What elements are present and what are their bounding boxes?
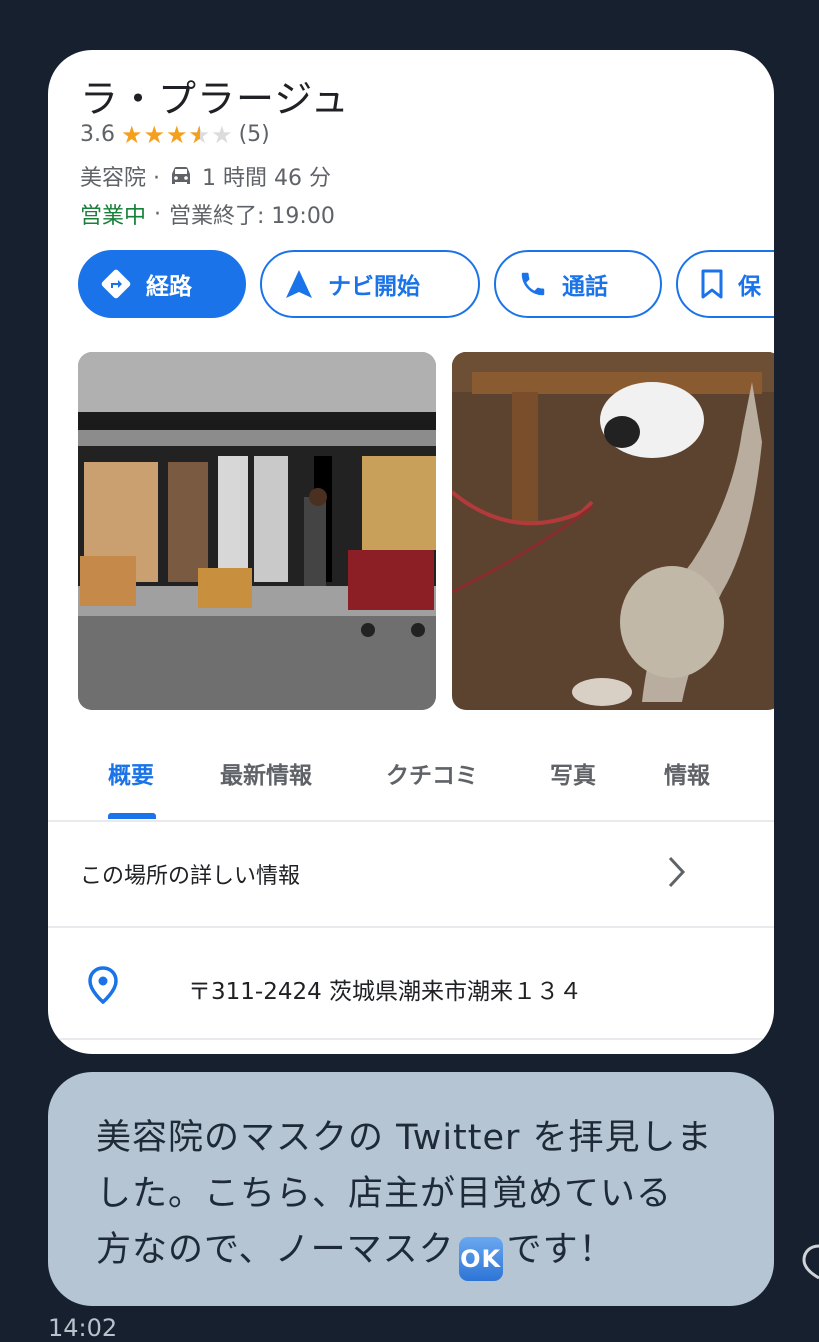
separator: · [154,201,162,227]
directions-icon [101,269,131,299]
bookmark-icon [701,269,723,299]
star-icon: ★ [143,120,166,149]
address-row[interactable]: 〒311-2424 茨城県潮来市潮来１３４ [48,930,774,1040]
call-button[interactable]: 通話 [494,250,662,318]
message-text: 美容院のマスクの Twitter を拝見しま した。こちら、店主が目覚めている … [96,1110,744,1281]
message-line-1: 美容院のマスクの Twitter を拝見しま [96,1118,713,1158]
tab-about[interactable]: 情報 [664,756,710,790]
directions-label: 経路 [146,274,192,300]
travel-time: 1 時間 46 分 [202,166,331,191]
tab-updates[interactable]: 最新情報 [220,756,312,790]
message-line-3-end: です！ [506,1230,615,1270]
message-line-2: した。こちら、店主が目覚めている [96,1174,673,1214]
tab-photos[interactable]: 写真 [550,756,596,790]
ok-emoji-icon: OK [458,1237,503,1281]
photo-strip [78,352,774,710]
review-count: (5) [238,122,270,147]
phone-icon [521,272,545,296]
open-status: 営業中 [80,204,147,229]
message-line-3-start: 方なので、ノーマスク [96,1230,455,1270]
message-line-3: 方なので、ノーマスク OK です！ [96,1222,744,1281]
start-navigation-label: ナビ開始 [328,274,420,300]
star-icon: ★ [121,120,143,149]
navigation-arrow-icon [286,270,312,298]
cat-photo[interactable] [452,352,774,710]
tab-overview[interactable]: 概要 [108,756,154,790]
place-title: ラ・プラージュ [80,77,350,121]
cat-image [452,352,774,710]
rating-value: 3.6 [80,122,115,147]
storefront-photo[interactable] [78,352,436,710]
category-line: 美容院 · 1 時間 46 分 [80,160,331,192]
heart-reaction-icon[interactable] [802,1240,819,1280]
category: 美容院 · [80,166,160,191]
storefront-image [78,352,436,710]
more-info-row[interactable]: この場所の詳しい情報 [48,822,774,928]
rating-line: 3.6 ★ ★ ★ ★ ★ (5) [80,122,270,147]
message-timestamp: 14:02 [48,1314,118,1342]
address-text: 〒311-2424 茨城県潮来市潮来１３４ [188,979,583,1005]
star-icon: ★ [166,120,188,149]
empty-star-icon: ★ [211,120,233,149]
closing-time: 営業終了: 19:00 [169,204,335,229]
save-label: 保 [738,274,761,300]
half-star-icon: ★ [189,123,211,147]
hours-line: 営業中 · 営業終了: 19:00 [80,198,335,230]
star-rating: ★ ★ ★ ★ ★ [121,123,233,147]
call-label: 通話 [562,274,608,300]
more-info-label: この場所の詳しい情報 [80,864,301,889]
maps-share-card[interactable]: ラ・プラージュ 3.6 ★ ★ ★ ★ ★ (5) 美容院 · 1 時間 46 … [48,50,774,1054]
save-button[interactable]: 保 [676,250,774,318]
location-pin-icon [88,966,118,1004]
chevron-right-icon [668,856,686,888]
tab-bar: 概要 最新情報 クチコミ 写真 情報 [48,740,774,822]
car-icon [172,167,190,184]
active-tab-indicator [108,813,156,819]
tab-reviews[interactable]: クチコミ [386,756,478,790]
directions-button[interactable]: 経路 [78,250,246,318]
message-bubble[interactable]: 美容院のマスクの Twitter を拝見しま した。こちら、店主が目覚めている … [48,1072,774,1306]
start-navigation-button[interactable]: ナビ開始 [260,250,480,318]
action-buttons: 経路 ナビ開始 通話 保 [78,250,774,322]
